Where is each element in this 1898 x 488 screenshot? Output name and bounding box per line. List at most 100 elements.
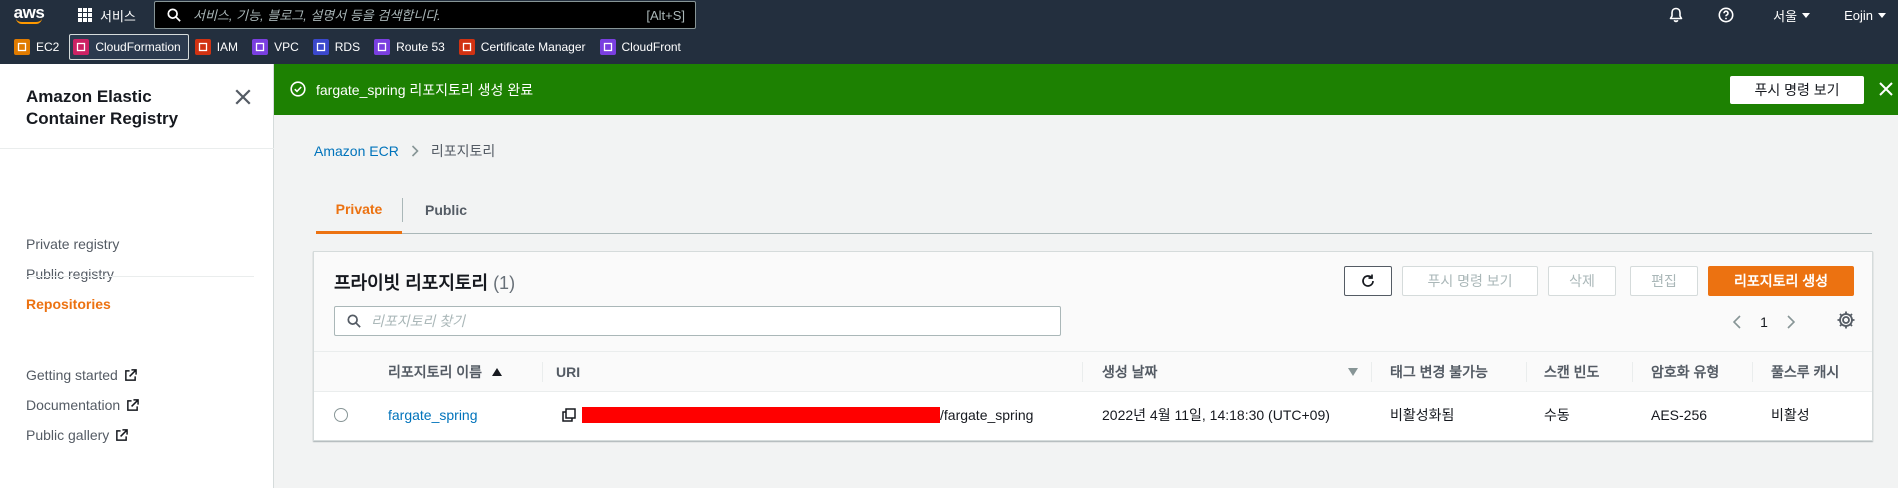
favorite-certificate-manager[interactable]: Certificate Manager (455, 34, 594, 60)
iam-icon (194, 39, 211, 55)
repository-search[interactable] (334, 306, 1061, 336)
help-button[interactable] (1701, 0, 1751, 30)
next-page-button[interactable] (1776, 310, 1806, 334)
sidebar-item-label: Public registry (26, 266, 114, 282)
refresh-icon (1362, 274, 1374, 287)
sidebar-item-label: Documentation (26, 397, 121, 413)
sidebar-item-label: Repositories (26, 296, 111, 312)
uri-suffix: /fargate_spring (940, 407, 1034, 423)
region-label: 서울 (1773, 8, 1798, 24)
column-divider (1526, 362, 1527, 382)
chevron-right-icon (1787, 315, 1795, 329)
column-header-name[interactable]: 리포지토리 이름 (388, 352, 503, 392)
repository-name-link[interactable]: fargate_spring (388, 407, 478, 423)
radio-button[interactable] (334, 408, 348, 422)
column-header-created[interactable]: 생성 날짜 (1102, 352, 1358, 392)
column-divider (1632, 362, 1633, 382)
grid-icon (78, 8, 92, 22)
created-date-cell: 2022년 4월 11일, 14:18:30 (UTC+09) (1102, 407, 1330, 423)
ec2-icon (14, 39, 30, 55)
close-icon[interactable] (1878, 81, 1894, 97)
services-menu-button[interactable]: 서비스 (58, 0, 148, 30)
notifications-button[interactable] (1651, 0, 1701, 30)
copy-icon[interactable] (562, 408, 576, 422)
favorite-cloudfront[interactable]: CloudFront (596, 34, 689, 60)
tag-immutability-cell: 비활성화됨 (1390, 407, 1455, 423)
column-header-scan-frequency[interactable]: 스캔 빈도 (1544, 352, 1599, 392)
column-header-encryption[interactable]: 암호화 유형 (1651, 352, 1719, 392)
favorite-label: Certificate Manager (480, 40, 586, 54)
sidebar-item-label: Getting started (26, 367, 118, 383)
pagination: 1 (1722, 310, 1806, 334)
row-select-radio[interactable] (334, 392, 348, 438)
tab-public[interactable]: Public (403, 186, 489, 234)
favorite-rds[interactable]: RDS (309, 34, 368, 60)
chevron-left-icon (1733, 315, 1741, 329)
previous-page-button[interactable] (1722, 310, 1752, 334)
column-header-pull-through[interactable]: 풀스루 캐시 (1771, 352, 1839, 392)
sidebar-item-public-registry[interactable]: Public registry (26, 266, 114, 282)
edit-button[interactable]: 편집 (1630, 266, 1698, 296)
cloudfront-icon (599, 39, 616, 55)
sidebar-divider (0, 148, 274, 149)
caret-down-icon (1802, 12, 1811, 18)
panel-header: 프라이빗 리포지토리 (1) 푸시 명령 보기 삭제 편집 리포지토리 생성 1 (314, 252, 1872, 352)
column-divider (1752, 362, 1753, 382)
sidebar-link-documentation[interactable]: Documentation (26, 397, 139, 413)
aws-smile-icon (16, 18, 42, 24)
repository-search-input[interactable] (371, 313, 1060, 329)
sidebar-link-getting-started[interactable]: Getting started (26, 367, 137, 383)
sidebar-link-public-gallery[interactable]: Public gallery (26, 427, 129, 443)
favorite-label: Route 53 (396, 40, 445, 54)
side-navigation: Amazon Elastic Container Registry Privat… (0, 64, 274, 488)
favorite-iam[interactable]: IAM (191, 34, 246, 60)
aws-logo[interactable]: aws (0, 0, 58, 30)
view-push-commands-button[interactable]: 푸시 명령 보기 (1402, 266, 1538, 296)
refresh-button[interactable] (1344, 266, 1392, 296)
breadcrumb: Amazon ECR 리포지토리 (314, 141, 495, 161)
table-header: 리포지토리 이름 URI 생성 날짜 태그 변경 불가능 스캔 빈도 암호화 유… (314, 352, 1872, 392)
search-icon (347, 314, 361, 328)
pull-through-cell: 비활성 (1771, 407, 1810, 423)
chevron-right-icon (411, 145, 419, 157)
search-icon (167, 8, 181, 22)
favorite-label: RDS (334, 40, 361, 54)
certificate-manager-icon (458, 39, 475, 55)
vpc-icon (252, 39, 269, 55)
column-label: 스캔 빈도 (1544, 364, 1600, 380)
gear-icon[interactable] (1836, 310, 1856, 330)
column-label: 풀스루 캐시 (1771, 364, 1840, 380)
global-search[interactable]: [Alt+S] (154, 1, 696, 29)
view-push-commands-button[interactable]: 푸시 명령 보기 (1730, 76, 1864, 104)
region-selector[interactable]: 서울 (1751, 0, 1822, 30)
create-repository-button[interactable]: 리포지토리 생성 (1708, 266, 1854, 296)
sidebar-item-repositories[interactable]: Repositories (26, 296, 111, 312)
breadcrumb-root-link[interactable]: Amazon ECR (314, 143, 399, 159)
external-link-icon (116, 428, 129, 441)
close-icon[interactable] (234, 88, 252, 106)
repository-count: (1) (493, 273, 516, 293)
favorite-cloudformation[interactable]: CloudFormation (69, 34, 189, 60)
table-row[interactable]: fargate_spring /fargate_spring 2022년 4월 … (314, 392, 1872, 438)
favorite-route53[interactable]: Route 53 (370, 34, 453, 60)
sort-descending-icon (1348, 368, 1358, 376)
column-label: 생성 날짜 (1102, 364, 1158, 380)
delete-button[interactable]: 삭제 (1548, 266, 1616, 296)
search-input[interactable] (193, 7, 647, 23)
favorite-ec2[interactable]: EC2 (10, 34, 67, 60)
account-menu[interactable]: Eojin (1822, 0, 1898, 30)
favorite-label: CloudFormation (95, 40, 181, 54)
user-name: Eojin (1844, 7, 1873, 23)
current-page-number[interactable]: 1 (1752, 314, 1776, 330)
tab-private[interactable]: Private (316, 186, 402, 234)
panel-title-text: 프라이빗 리포지토리 (334, 273, 489, 293)
favorite-vpc[interactable]: VPC (248, 34, 307, 60)
column-header-uri[interactable]: URI (556, 352, 580, 392)
sort-ascending-icon (492, 368, 503, 376)
column-header-tag-immutability[interactable]: 태그 변경 불가능 (1390, 352, 1488, 392)
sidebar-item-private-registry[interactable]: Private registry (26, 236, 119, 252)
external-link-icon (127, 398, 139, 411)
search-shortcut-hint: [Alt+S] (646, 7, 685, 23)
breadcrumb-current: 리포지토리 (430, 143, 496, 159)
route53-icon (374, 39, 391, 55)
